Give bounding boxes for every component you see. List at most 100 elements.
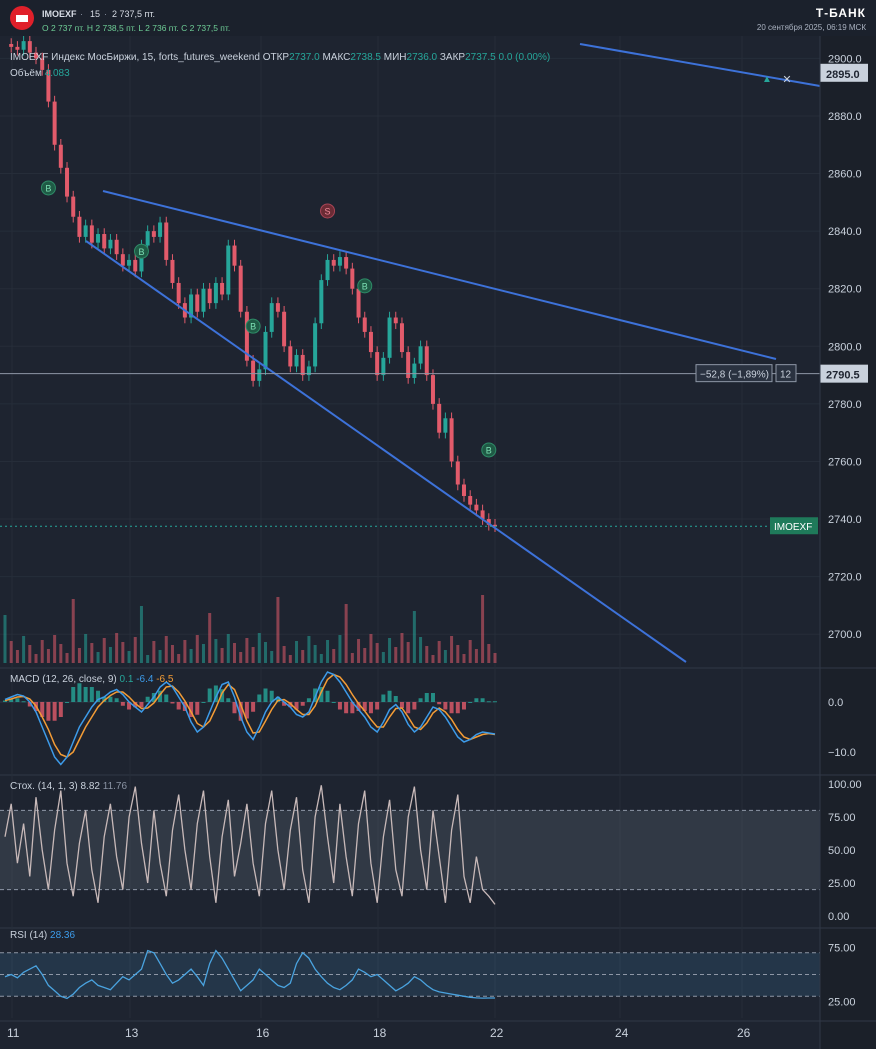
volume-bar [28,645,32,663]
volume-bar [59,644,63,663]
volume-bar [71,599,75,663]
candle-body [412,363,417,378]
candle-body [195,294,200,312]
volume-bar [226,634,230,663]
volume-bar [9,641,13,663]
macd-legend: MACD (12, 26, close, 9) 0.1 -6.4 -6.5 [10,674,173,685]
macd-histogram-bar [486,701,491,703]
stoch-title: Стох. (14, 1, 3) [10,781,78,792]
candle-body [164,222,169,260]
volume-bar [170,645,174,663]
alert-bell-icon[interactable]: ▲ [761,74,773,86]
candle-body [375,352,380,376]
macd-histogram-bar [344,702,349,714]
volume-bar [65,653,69,663]
macd-histogram-bar [443,702,448,710]
volume-bar [121,642,125,663]
macd-histogram-bar [393,696,398,702]
volume-bar [326,640,330,663]
volume-bar [288,655,292,663]
x-tick-label: 24 [615,1026,629,1040]
candle-body [145,231,150,246]
buy-marker-label: B [250,322,256,332]
volume-bar [214,639,218,663]
volume-bar [450,636,454,663]
chart-header: IMOEXF · 15 · 2 737,5 пт. O 2 737 пт. H … [0,0,876,36]
volume-bar [406,642,410,663]
candle-body [368,331,373,353]
x-tick-label: 22 [490,1026,504,1040]
rsi-tick-label: 75.00 [828,942,856,954]
stoch-tick-label: 0.00 [828,911,849,923]
volume-bar [239,652,243,663]
volume-bar [251,647,255,663]
price-tick-label: 2720.0 [828,572,862,584]
volume-bar [201,644,205,663]
candle-body [21,41,26,50]
tbank-logo-icon [10,6,34,30]
volume-bar [412,611,416,663]
volume-bar [276,597,280,663]
macd-histogram-bar [257,694,262,702]
candle-body [399,323,404,353]
candle-body [424,346,429,376]
macd-histogram-bar [114,698,119,702]
close-icon[interactable]: ✕ [781,74,793,86]
legend-high: 2738.5 [350,52,381,63]
macd-histogram-bar [368,702,373,714]
volume-bar [493,653,497,663]
x-tick-label: 13 [125,1026,139,1040]
candle-body [127,259,132,266]
candle-body [282,311,287,347]
volume-bar [108,647,112,663]
chart-canvas[interactable]: 2900.0 2880.0 2860.0 2840.0 2820.0 2800.0 2780… [0,36,876,1049]
volume-bar [338,635,342,663]
header-symbol[interactable]: IMOEXF [42,9,77,19]
macd-histogram-bar [58,702,63,717]
macd-histogram-bar [449,702,454,714]
buy-marker-label: B [362,281,368,291]
buy-marker-label: B [138,247,144,257]
rsi-legend: RSI (14) 28.36 [10,930,75,941]
candle-body [176,282,181,304]
stoch-band [0,810,820,890]
volume-bar [456,645,460,663]
candle-body [108,239,113,249]
header-datetime: 20 сентября 2025, 06:19 МСК [756,23,866,32]
candle-body [443,418,448,433]
candle-body [263,331,268,370]
macd-title: MACD (12, 26, close, 9) [10,674,117,685]
price-tick-label: 2860.0 [828,169,862,181]
volume-bar [177,654,181,663]
stoch-tick-label: 100.00 [828,779,862,791]
candle-body [461,484,466,497]
rsi-title: RSI (14) [10,930,48,941]
volume-bar [350,653,354,663]
legend-close: 2737.5 [465,52,496,63]
candle-body [468,496,473,505]
candle-body [201,288,206,312]
macd-histogram-bar [412,702,417,710]
chart-background [0,36,876,1049]
header-timeframe[interactable]: 15 [90,9,100,19]
rsi-tick-label: 25.00 [828,997,856,1009]
candle-body [387,317,392,358]
macd-tick-label: −10.0 [828,747,856,759]
volume-bar [195,635,199,663]
legend-low-label: МИН [383,52,407,63]
hline-price-label: 2790.5 [826,370,860,382]
macd-histogram-bar [387,690,392,702]
price-tick-label: 2760.0 [828,456,862,468]
volume-bar [400,633,404,663]
candle-body [350,268,355,289]
macd-hist-value: 0.1 [119,674,134,685]
measure-label: −52,8 (−1,89%) [700,370,769,381]
candle-body [151,231,156,237]
candle-body [27,41,32,53]
candle-body [275,303,280,312]
volume-legend: Объём 4.083 [10,68,70,79]
volume-value: 4.083 [44,68,70,79]
header-separator: · [104,9,107,19]
macd-histogram-bar [207,688,212,702]
candle-body [356,288,361,318]
